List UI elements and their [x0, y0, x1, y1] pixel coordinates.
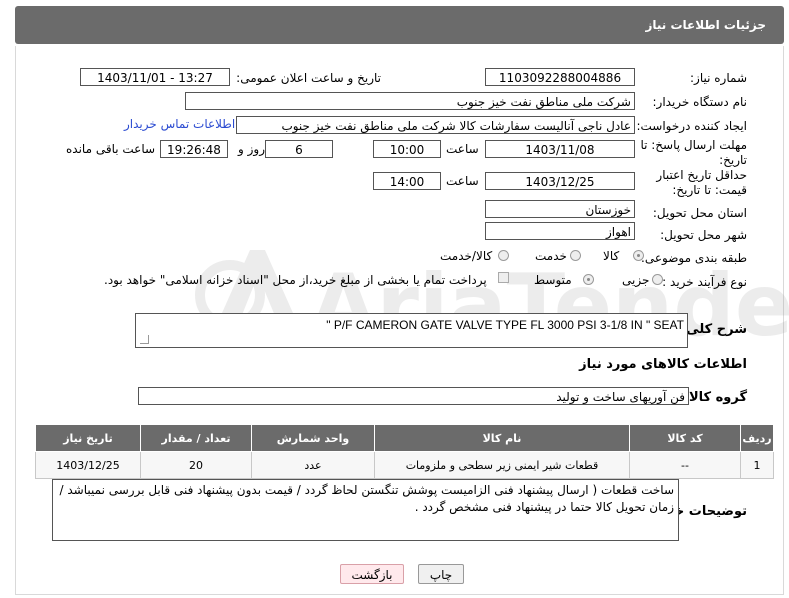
process-radio-minor[interactable]: [652, 274, 663, 285]
panel-title: جزئیات اطلاعات نیاز: [645, 18, 766, 32]
announce-field[interactable]: 1403/11/01 - 13:27: [80, 68, 230, 86]
goods-group-label: گروه کالا:: [683, 390, 747, 405]
creator-label: ایجاد کننده درخواست:: [636, 119, 747, 133]
province-field[interactable]: خوزستان: [485, 200, 635, 218]
process-radio-medium[interactable]: [583, 274, 594, 285]
buyer-contact-link[interactable]: اطلاعات تماس خریدار: [124, 117, 235, 131]
resize-handle[interactable]: [140, 335, 149, 344]
description-text: " P/F CAMERON GATE VALVE TYPE FL 3000 PS…: [326, 318, 684, 332]
category-option-goods: کالا: [603, 249, 620, 263]
print-button[interactable]: چاپ: [418, 564, 464, 584]
category-label: طبقه بندی موضوعی:: [640, 251, 747, 265]
th-name: نام کالا: [374, 424, 630, 452]
announce-label: تاریخ و ساعت اعلان عمومی:: [236, 71, 381, 85]
need-number-label: شماره نیاز:: [690, 71, 747, 85]
cell-qty: 20: [140, 451, 252, 479]
cell-name: قطعات شیر ایمنی زیر سطحی و ملزومات: [374, 451, 630, 479]
process-label: نوع فرآیند خرید :: [662, 275, 747, 289]
province-label: استان محل تحویل:: [652, 206, 747, 220]
process-option-minor: جزیی: [622, 273, 650, 287]
price-time-label: ساعت: [446, 174, 479, 188]
th-unit: واحد شمارش: [251, 424, 375, 452]
category-radio-goods-service[interactable]: [498, 250, 509, 261]
reply-time-label: ساعت: [446, 142, 479, 156]
cell-row: 1: [740, 451, 774, 479]
category-radio-service[interactable]: [570, 250, 581, 261]
category-option-service: خدمت: [535, 249, 567, 263]
back-button[interactable]: بازگشت: [340, 564, 404, 584]
days-field[interactable]: 6: [265, 140, 333, 158]
cell-date: 1403/12/25: [35, 451, 141, 479]
creator-field[interactable]: عادل ناجی آنالیست سفارشات کالا شرکت ملی …: [236, 116, 635, 134]
remaining-label: ساعت باقی مانده: [66, 142, 156, 156]
payment-checkbox[interactable]: [498, 272, 509, 283]
need-number-field[interactable]: 1103092288004886: [485, 68, 635, 86]
table-row[interactable]: 1 -- قطعات شیر ایمنی زیر سطحی و ملزومات …: [35, 451, 774, 479]
buyer-org-label: نام دستگاه خریدار:: [652, 95, 748, 109]
remaining-time-field[interactable]: 19:26:48: [160, 140, 228, 158]
th-code: کد کالا: [629, 424, 741, 452]
category-radio-goods[interactable]: [633, 250, 644, 261]
th-row: ردیف: [740, 424, 774, 452]
city-label: شهر محل تحویل:: [660, 228, 747, 242]
days-label: روز و: [238, 142, 265, 156]
goods-group-field[interactable]: فن آوریهای ساخت و تولید: [138, 387, 689, 405]
description-field[interactable]: " P/F CAMERON GATE VALVE TYPE FL 3000 PS…: [135, 313, 688, 348]
payment-note: پرداخت تمام یا بخشی از مبلغ خرید،از محل …: [104, 273, 487, 287]
buyer-org-field[interactable]: شرکت ملی مناطق نفت خیز جنوب: [185, 92, 635, 110]
buyer-notes-text: ساخت قطعات ( ارسال پیشنهاد فنی الزامیست …: [59, 483, 674, 514]
category-option-goods-service: کالا/خدمت: [440, 249, 493, 263]
buyer-notes-field[interactable]: ساخت قطعات ( ارسال پیشنهاد فنی الزامیست …: [52, 479, 679, 541]
process-option-medium: متوسط: [534, 273, 572, 287]
reply-date-field[interactable]: 1403/11/08: [485, 140, 635, 158]
panel-header: جزئیات اطلاعات نیاز: [15, 6, 784, 44]
city-field[interactable]: اهواز: [485, 222, 635, 240]
goods-info-title: اطلاعات کالاهای مورد نیاز: [579, 357, 747, 372]
th-date: تاریخ نیاز: [35, 424, 141, 452]
cell-unit: عدد: [251, 451, 375, 479]
cell-code: --: [629, 451, 741, 479]
reply-time-field[interactable]: 10:00: [373, 140, 441, 158]
price-validity-label: حداقل تاریخ اعتبار قیمت: تا تاریخ:: [656, 168, 747, 197]
th-qty: تعداد / مقدار: [140, 424, 252, 452]
price-date-field[interactable]: 1403/12/25: [485, 172, 635, 190]
price-time-field[interactable]: 14:00: [373, 172, 441, 190]
reply-deadline-label: مهلت ارسال پاسخ: تا تاریخ:: [640, 138, 747, 167]
items-table: ردیف کد کالا نام کالا واحد شمارش تعداد /…: [35, 424, 774, 479]
